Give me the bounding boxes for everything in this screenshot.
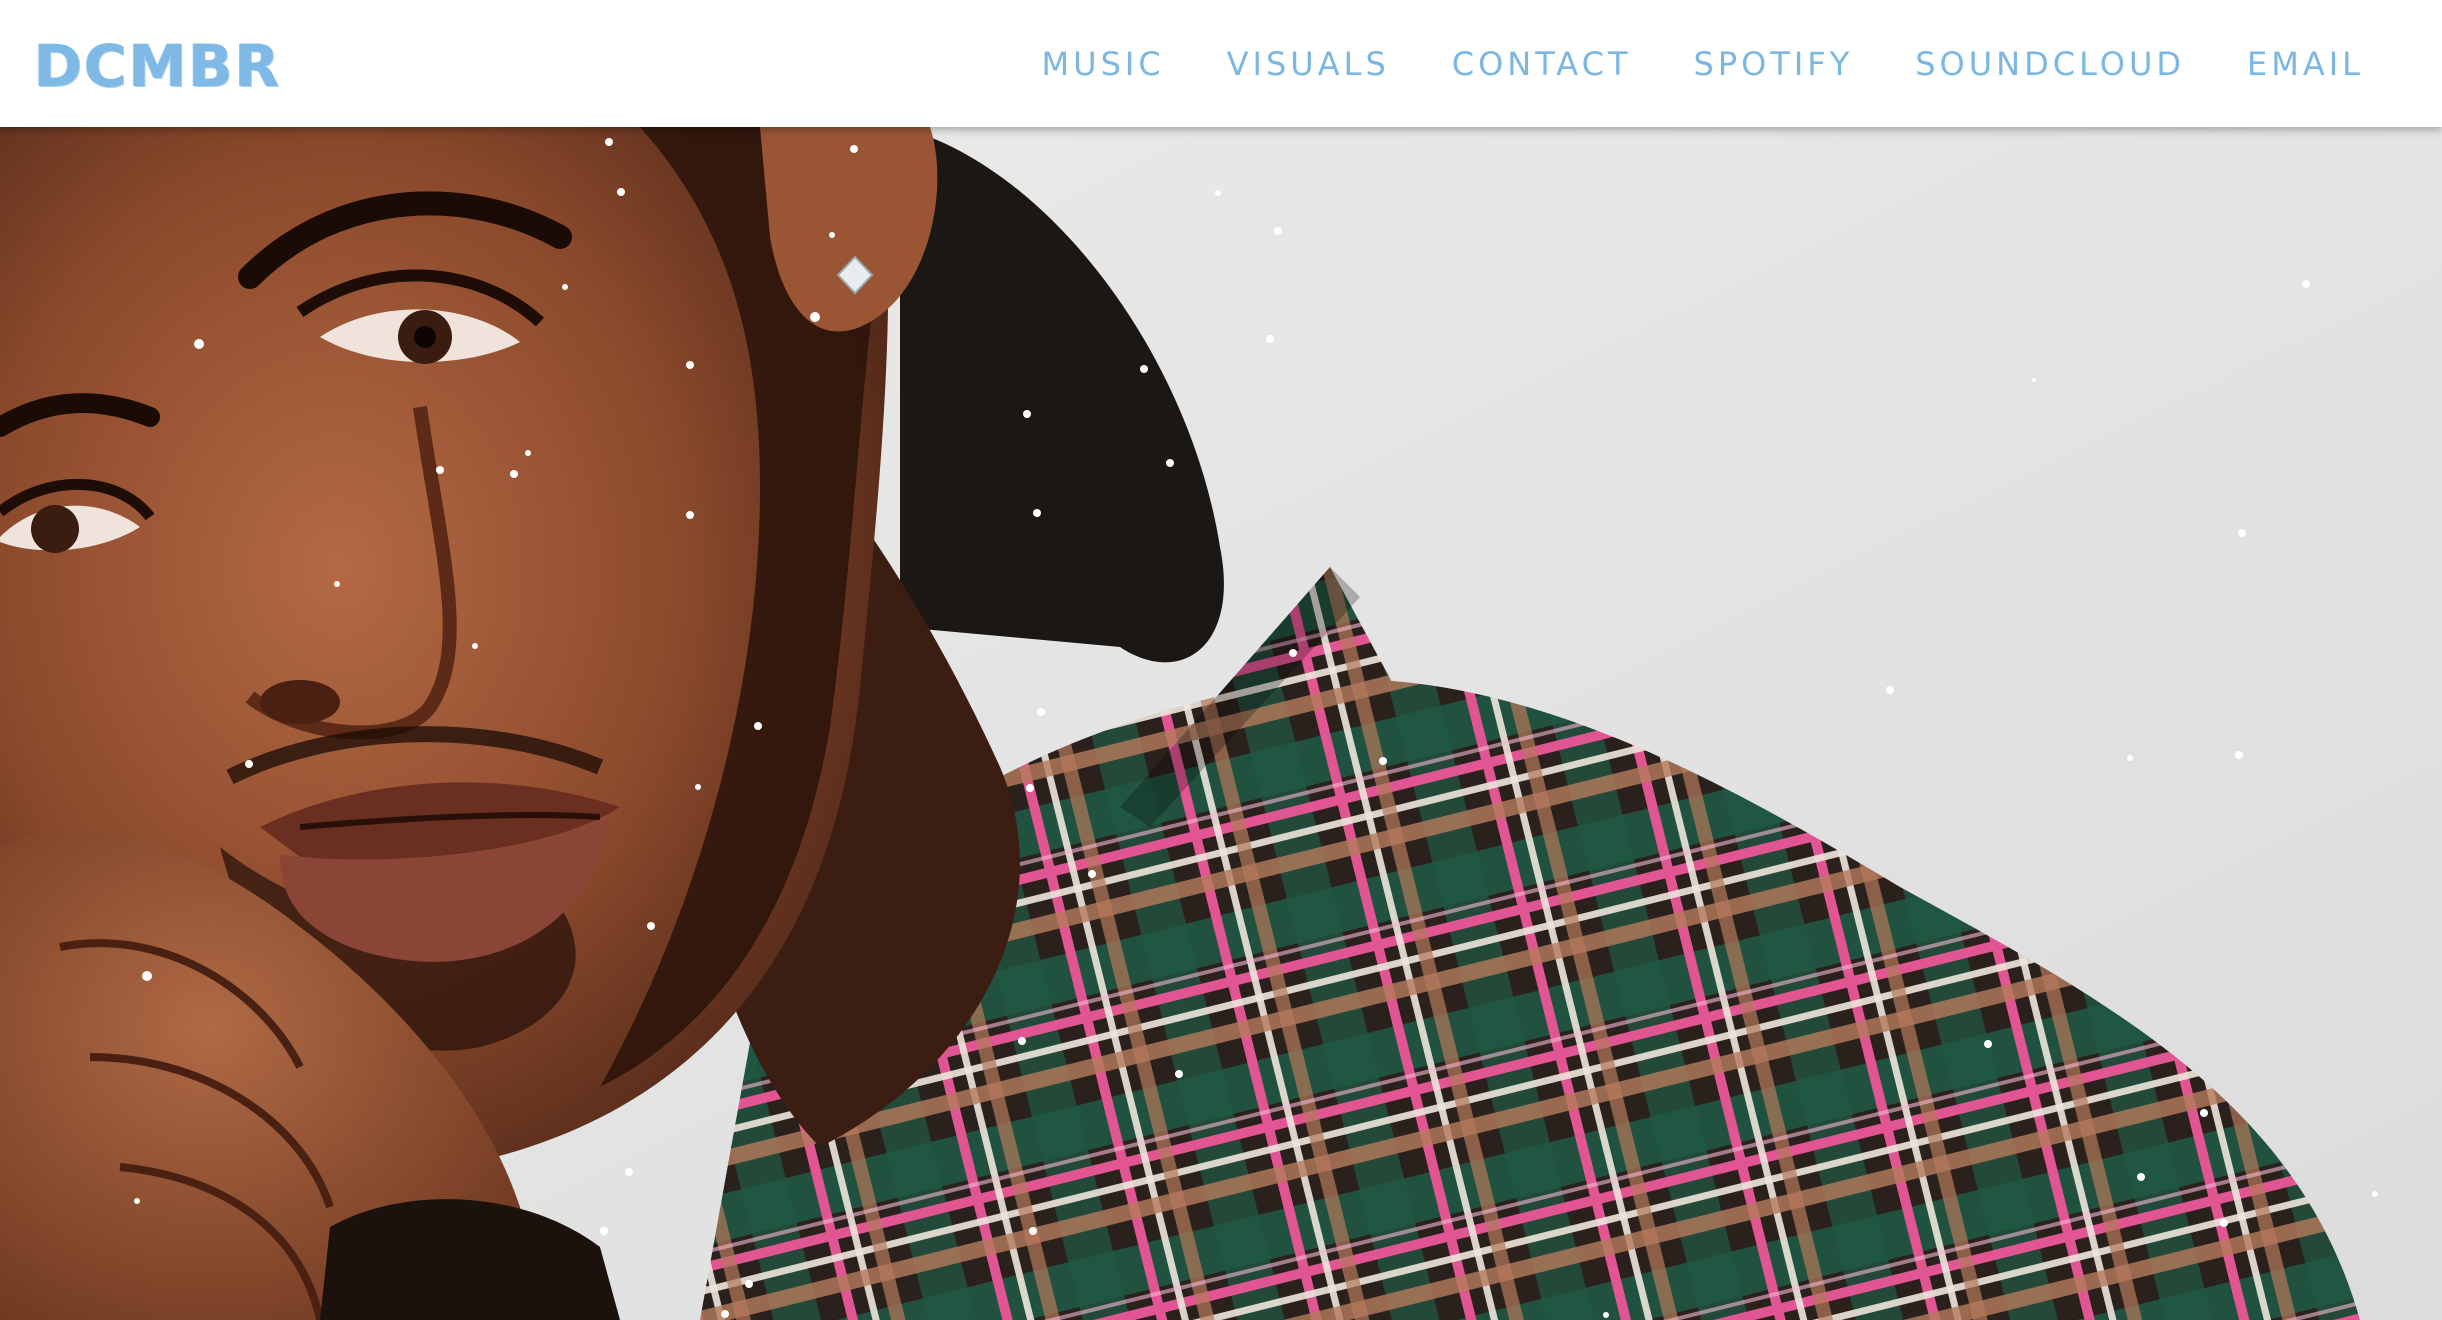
nav-contact-link[interactable]: CONTACT bbox=[1452, 45, 1632, 83]
nav-spotify-link[interactable]: SPOTIFY bbox=[1694, 45, 1854, 83]
site-header: DCMBR MUSIC VISUALS CONTACT SPOTIFY SOUN… bbox=[0, 0, 2442, 127]
nav-email-link[interactable]: EMAIL bbox=[2247, 45, 2364, 83]
nav-visuals-link[interactable]: VISUALS bbox=[1227, 45, 1390, 83]
nav-soundcloud-link[interactable]: SOUNDCLOUD bbox=[1915, 45, 2185, 83]
main-nav: MUSIC VISUALS CONTACT SPOTIFY SOUNDCLOUD… bbox=[980, 0, 2364, 127]
nav-music-link[interactable]: MUSIC bbox=[1042, 45, 1165, 83]
hero-image bbox=[0, 127, 2442, 1320]
site-logo[interactable]: DCMBR bbox=[34, 27, 281, 105]
hero-portrait-illustration bbox=[0, 127, 2442, 1320]
page: DCMBR MUSIC VISUALS CONTACT SPOTIFY SOUN… bbox=[0, 0, 2442, 1320]
